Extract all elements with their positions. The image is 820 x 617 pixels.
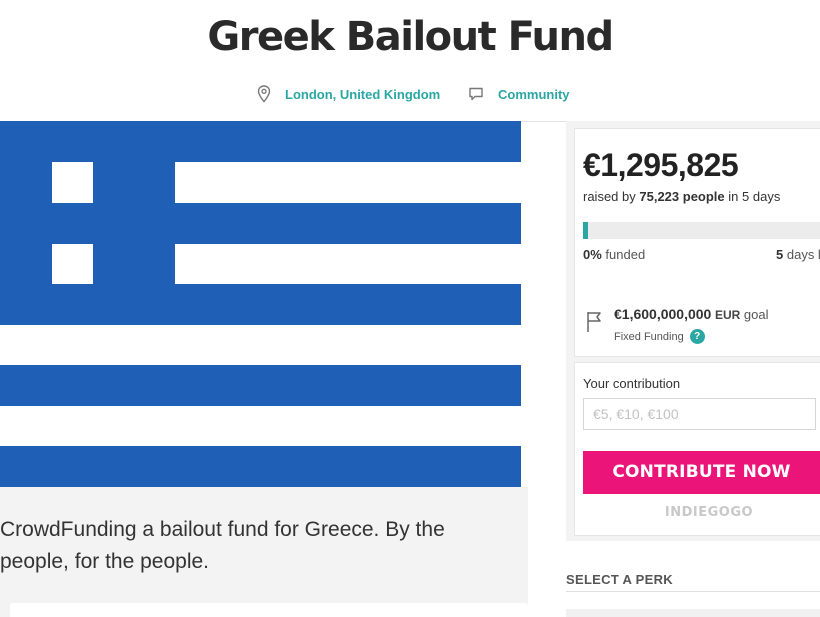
goal-currency: EUR — [714, 308, 741, 322]
perk-card[interactable] — [566, 609, 820, 617]
campaign-image-greek-flag[interactable] — [0, 121, 521, 487]
map-pin-icon — [257, 85, 271, 103]
amount-raised: €1,295,825 — [583, 147, 739, 183]
contribution-amount-input[interactable] — [583, 398, 816, 430]
flag-canton — [93, 121, 175, 203]
contribute-now-button[interactable]: CONTRIBUTE NOW — [583, 451, 820, 494]
goal-flag-icon — [585, 309, 605, 338]
flag-stripe — [0, 121, 521, 162]
raised-summary: raised by 75,223 people in 5 days — [583, 189, 780, 204]
location-link[interactable]: London, United Kingdom — [257, 84, 440, 104]
funded-status: 0% funded — [583, 247, 645, 262]
flag-stripe — [0, 284, 521, 325]
help-icon[interactable]: ? — [689, 329, 705, 344]
indiegogo-logo: INDIEGOGO — [664, 505, 754, 520]
goal-amount: €1,600,000,000 — [614, 306, 712, 322]
campaign-description: CrowdFunding a bailout fund for Greece. … — [0, 518, 445, 573]
funding-type: Fixed Funding ? — [614, 329, 705, 344]
days-left: 5 days l — [776, 247, 820, 262]
funding-progress-bar — [583, 222, 820, 239]
flag-stripe — [0, 365, 521, 406]
location-label: London, United Kingdom — [285, 86, 441, 102]
flag-canton — [0, 244, 52, 325]
progress-fill — [583, 222, 588, 239]
raised-prefix: raised by — [583, 189, 636, 204]
flag-stripe — [0, 203, 521, 244]
backers-count: 75,223 people — [639, 189, 725, 204]
funded-percent: 0% — [583, 247, 602, 262]
content-card — [10, 603, 528, 617]
category-label: Community — [498, 86, 570, 102]
speech-bubble-icon — [468, 86, 484, 102]
select-perk-heading: SELECT A PERK — [566, 572, 673, 587]
flag-stripe — [0, 446, 521, 487]
funding-goal: €1,600,000,000 EUR goal — [614, 306, 769, 322]
flag-canton — [93, 244, 175, 325]
contribution-label: Your contribution — [583, 376, 681, 391]
flag-canton — [0, 121, 52, 203]
page-title: Greek Bailout Fund — [207, 14, 614, 60]
days-left-value: 5 — [776, 247, 784, 262]
perk-divider — [566, 591, 820, 592]
days-left-label: days l — [786, 247, 820, 262]
funded-label: funded — [605, 247, 646, 262]
goal-label: goal — [743, 307, 769, 322]
funding-type-label: Fixed Funding — [614, 330, 684, 343]
raised-suffix: in 5 days — [728, 189, 781, 204]
category-link[interactable]: Community — [468, 84, 570, 104]
